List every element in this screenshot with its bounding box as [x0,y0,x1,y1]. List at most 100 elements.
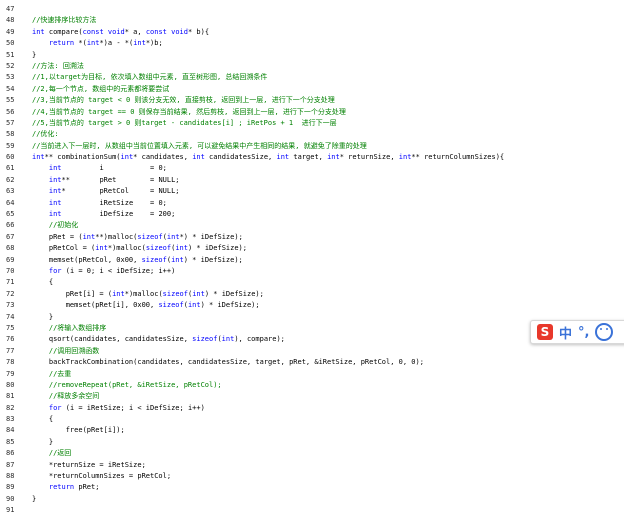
code-line[interactable]: 49 int compare(const void* a, const void*… [0,27,624,38]
line-number: 91 [6,506,15,515]
code-line[interactable]: 81 //释放多余空间 [0,391,624,402]
code-text: return pRet; [48,483,100,492]
code-text: pRet = (int**)malloc(sizeof(int*) * iDef… [32,232,243,241]
code-text: } [32,494,37,503]
code-line[interactable]: 84 free(pRet[i]); [0,425,624,436]
code-comment: //removeRepeat(pRet, &iRetSize, pRetCol)… [32,380,222,389]
code-text: pRet[i] = (int*)malloc(sizeof(int) * iDe… [32,289,264,298]
code-comment: //4,当前节点的 target == 0 则保存当前结果, 然后剪枝, 返回到… [32,107,346,116]
code-text: int compare(const void* a, const void* b… [32,27,210,36]
line-number: 60 [6,153,15,162]
code-line[interactable]: 66 //初始化 [0,220,624,231]
code-text: int iRetSize = 0; [48,198,167,207]
code-line[interactable]: 59 //当前进入下一层时, 从数组中当前位置填入元素, 可以避免结果中产生相同的… [0,141,624,152]
code-comment: //释放多余空间 [32,392,100,401]
code-line[interactable]: 52 //方法: 回溯法 [0,61,624,72]
code-line[interactable]: 69 memset(pRetCol, 0x00, sizeof(int) * i… [0,255,624,266]
line-number: 76 [6,335,15,344]
code-comment: //当前进入下一层时, 从数组中当前位置填入元素, 可以避免结果中产生相同的结果… [32,141,367,150]
smiley-icon[interactable] [595,323,614,341]
code-text: { [32,278,54,287]
code-line[interactable]: 54 //2,每一个节点, 数组中的元素都将要尝试 [0,84,624,95]
code-text: int** pRet = NULL; [48,175,180,184]
ime-toolbar[interactable]: S 中 °, [530,320,624,344]
line-number: 61 [6,164,15,173]
line-number: 81 [6,392,15,401]
code-line[interactable]: 47 [0,4,624,15]
line-number: 50 [6,39,15,48]
code-text: int i = 0; [48,164,167,173]
code-line[interactable]: 50 return *(int*)a - *(int*)b; [0,38,624,49]
code-line[interactable]: 68 pRetCol = (int*)malloc(sizeof(int) * … [0,243,624,254]
line-number: 78 [6,358,15,367]
code-line[interactable]: 57 //5,当前节点的 target > 0 则target - candida… [0,118,624,129]
code-line[interactable]: 55 //3,当前节点的 target < 0 则该分支无效, 直接剪枝, 返回到… [0,95,624,106]
code-line[interactable]: 89 return pRet; [0,482,624,493]
ime-language-toggle[interactable]: 中 [559,323,572,342]
line-number: 82 [6,403,15,412]
code-line[interactable]: 77 //调用回溯函数 [0,346,624,357]
code-line[interactable]: 62 int** pRet = NULL; [0,175,624,186]
code-text: *returnColumnSizes = pRetCol; [32,472,172,481]
line-number: 54 [6,84,15,93]
line-number: 83 [6,415,15,424]
code-line[interactable]: 58 //优化: [0,129,624,140]
code-comment: //方法: 回溯法 [32,61,84,70]
code-line[interactable]: 63 int* pRetCol = NULL; [0,186,624,197]
code-line[interactable]: 78 backTrackCombination(candidates, cand… [0,357,624,368]
line-number: 52 [6,61,15,70]
line-number: 59 [6,141,15,150]
code-line[interactable]: 90} [0,494,624,505]
code-line[interactable]: 73 memset(pRet[i], 0x00, sizeof(int) * i… [0,300,624,311]
code-line[interactable]: 85 } [0,437,624,448]
code-text: *returnSize = iRetSize; [32,460,146,469]
code-line[interactable]: 80 //removeRepeat(pRet, &iRetSize, pRetC… [0,380,624,391]
code-editor[interactable]: 47 48 //快速排序比较方法 49 int compare(const void* … [0,0,624,528]
code-line[interactable]: 87 *returnSize = iRetSize; [0,460,624,471]
line-number: 49 [6,27,15,36]
line-number: 58 [6,130,15,139]
code-comment: //2,每一个节点, 数组中的元素都将要尝试 [32,84,170,93]
code-line[interactable]: 53 //1,以target为目标, 依次填入数组中元素, 直至树形图, 总结回溯… [0,72,624,83]
code-line[interactable]: 79 //去重 [0,369,624,380]
code-line[interactable]: 82 for (i = iRetSize; i < iDefSize; i++) [0,403,624,414]
line-number: 64 [6,198,15,207]
code-text: } [32,437,54,446]
code-line[interactable]: 67 pRet = (int**)malloc(sizeof(int*) * i… [0,232,624,243]
line-number: 65 [6,210,15,219]
line-number: 48 [6,16,15,25]
code-line[interactable]: 60 int** combinationSum(int* candidates, … [0,152,624,163]
line-number: 57 [6,118,15,127]
code-line[interactable]: 51} [0,50,624,61]
line-number: 88 [6,472,15,481]
code-line[interactable]: 72 pRet[i] = (int*)malloc(sizeof(int) * … [0,289,624,300]
line-number: 73 [6,301,15,310]
code-comment: //优化: [32,130,59,139]
line-number: 51 [6,50,15,59]
code-line[interactable]: 70 for (i = 0; i < iDefSize; i++) [0,266,624,277]
sogou-logo-icon[interactable]: S [537,324,553,340]
code-text: memset(pRet[i], 0x00, sizeof(int) * iDef… [32,301,260,310]
code-text: { [32,415,54,424]
code-comment: //调用回溯函数 [32,346,100,355]
code-area[interactable]: 47 48 //快速排序比较方法 49 int compare(const void* … [0,4,624,517]
code-line[interactable]: 56 //4,当前节点的 target == 0 则保存当前结果, 然后剪枝, 返… [0,107,624,118]
code-line[interactable]: 71 { [0,277,624,288]
code-line[interactable]: 86 //返回 [0,448,624,459]
ime-punctuation-toggle[interactable]: °, [578,325,589,340]
code-text: free(pRet[i]); [32,426,125,435]
code-line[interactable]: 48 //快速排序比较方法 [0,15,624,26]
line-number: 87 [6,460,15,469]
code-line[interactable]: 65 int iDefSize = 200; [0,209,624,220]
code-comment: //去重 [32,369,72,378]
code-line[interactable]: 64 int iRetSize = 0; [0,198,624,209]
code-line[interactable]: 88 *returnColumnSizes = pRetCol; [0,471,624,482]
line-number: 66 [6,221,15,230]
code-line[interactable]: 83 { [0,414,624,425]
code-comment: //快速排序比较方法 [32,16,97,25]
code-line[interactable]: 61 int i = 0; [0,163,624,174]
code-comment: //3,当前节点的 target < 0 则该分支无效, 直接剪枝, 返回到上一… [32,96,335,105]
code-line[interactable]: 91 [0,505,624,516]
code-text: int** combinationSum(int* candidates, in… [32,153,505,162]
line-number: 86 [6,449,15,458]
